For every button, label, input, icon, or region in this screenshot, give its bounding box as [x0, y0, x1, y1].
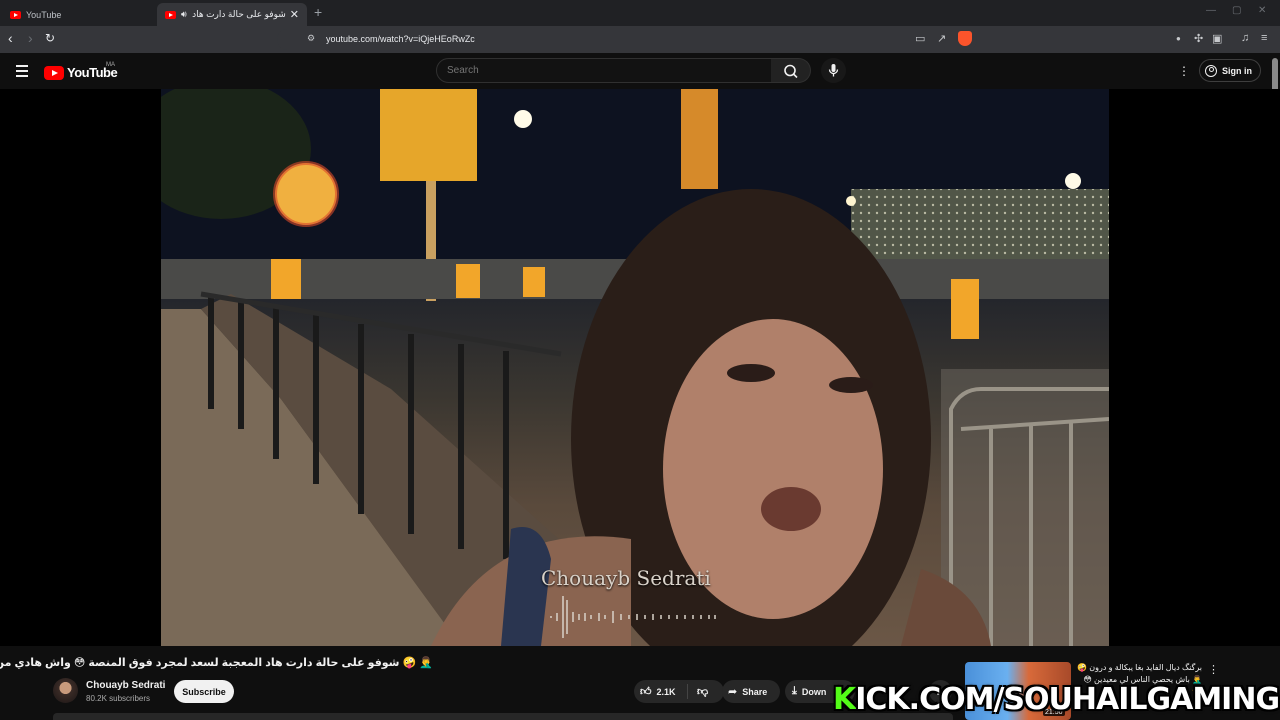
extensions-puzzle-icon[interactable]: ✣	[1194, 32, 1203, 45]
download-label: Down	[801, 686, 827, 697]
tab-title: YouTube	[26, 9, 62, 20]
download-icon: ⤓	[792, 685, 797, 697]
recommended-menu-icon[interactable]: ⋮	[1208, 663, 1219, 676]
audio-waveform	[550, 596, 716, 638]
guide-menu-icon[interactable]	[16, 65, 28, 77]
tab-youtube-home[interactable]: YouTube	[2, 3, 152, 26]
audio-playing-icon[interactable]: 🔊︎	[181, 9, 187, 20]
country-code: MA	[106, 62, 115, 68]
subscriber-count: 80.2K subscribers	[86, 694, 151, 703]
like-button[interactable]: 👍︎ 2.1K	[634, 684, 688, 699]
media-control-icon[interactable]: ♫	[1241, 32, 1249, 44]
comments-divider	[53, 713, 953, 720]
kick-k-letter: K	[833, 682, 856, 717]
search-input[interactable]	[437, 59, 771, 82]
new-tab-button[interactable]: +	[314, 4, 322, 20]
like-dislike-group: 👍︎ 2.1K 👎︎	[634, 680, 724, 703]
youtube-favicon-icon	[10, 10, 21, 19]
sign-in-label: Sign in	[1222, 65, 1252, 76]
extension-dot-icon[interactable]: ●	[1176, 34, 1181, 43]
close-tab-icon[interactable]: ✕	[290, 8, 299, 21]
browser-toolbar: ‹ › ↻ 🔖︎ ⚙ youtube.com/watch?v=iQjeHEoRw…	[0, 26, 1280, 53]
voice-search-button[interactable]	[821, 58, 846, 83]
search-box[interactable]	[436, 58, 772, 83]
dislike-button[interactable]: 👎︎	[688, 685, 713, 698]
tab-title: شوفو على حالة دارت هاد المع	[192, 9, 286, 19]
settings-kebab-icon[interactable]: ⋮	[1178, 64, 1190, 78]
share-page-icon[interactable]: ↗	[937, 32, 946, 45]
like-count: 2.1K	[656, 686, 676, 697]
video-watermark: Chouayb Sedrati	[541, 566, 711, 590]
kick-channel-overlay: KICK.COM/SOUHAILGAMING	[833, 682, 1280, 717]
video-frame[interactable]: Chouayb Sedrati	[161, 89, 1109, 646]
share-label: Share	[742, 686, 768, 697]
maximize-window-icon[interactable]: ▢	[1232, 5, 1241, 16]
menu-icon[interactable]: ≡	[1261, 32, 1267, 44]
video-title: 🤦‍♂️ 🤪 شوفو على حالة دارت هاد المعجبة لس…	[0, 657, 433, 669]
url-text[interactable]: youtube.com/watch?v=iQjeHEoRwZc	[326, 34, 475, 44]
share-button[interactable]: ➦ Share	[722, 680, 780, 703]
kick-url-text: ICK.COM/SOUHAILGAMING	[855, 682, 1280, 717]
channel-name[interactable]: Chouayb Sedrati	[86, 680, 165, 691]
thumbs-down-icon: 👎︎	[697, 686, 709, 698]
minimize-window-icon[interactable]: —	[1206, 5, 1216, 16]
sidebar-icon[interactable]: ▣	[1212, 32, 1222, 45]
cast-icon[interactable]: ▭	[915, 32, 925, 45]
reload-icon[interactable]: ↻	[45, 31, 55, 45]
search-icon	[784, 64, 798, 79]
sign-in-button[interactable]: Sign in	[1199, 59, 1261, 82]
back-icon[interactable]: ‹	[8, 30, 13, 46]
close-window-icon[interactable]: ✕	[1258, 5, 1266, 16]
browser-tab-bar: YouTube 🔊︎ شوفو على حالة دارت هاد المع ✕…	[0, 0, 1280, 26]
site-settings-icon[interactable]: ⚙	[307, 33, 315, 44]
search-button[interactable]	[771, 58, 811, 83]
forward-icon[interactable]: ›	[28, 30, 33, 46]
youtube-favicon-icon	[165, 10, 176, 19]
subscribe-button[interactable]: Subscribe	[174, 680, 234, 703]
brave-shield-icon[interactable]	[958, 31, 972, 46]
account-icon	[1205, 64, 1217, 77]
channel-avatar[interactable]	[53, 678, 78, 703]
youtube-play-logo-icon	[44, 65, 64, 80]
thumbs-up-icon: 👍︎	[640, 686, 652, 698]
tab-current-video[interactable]: 🔊︎ شوفو على حالة دارت هاد المع ✕	[157, 3, 307, 26]
share-arrow-icon: ➦	[728, 686, 738, 698]
video-scene-image	[161, 89, 1109, 646]
microphone-icon	[828, 64, 839, 77]
